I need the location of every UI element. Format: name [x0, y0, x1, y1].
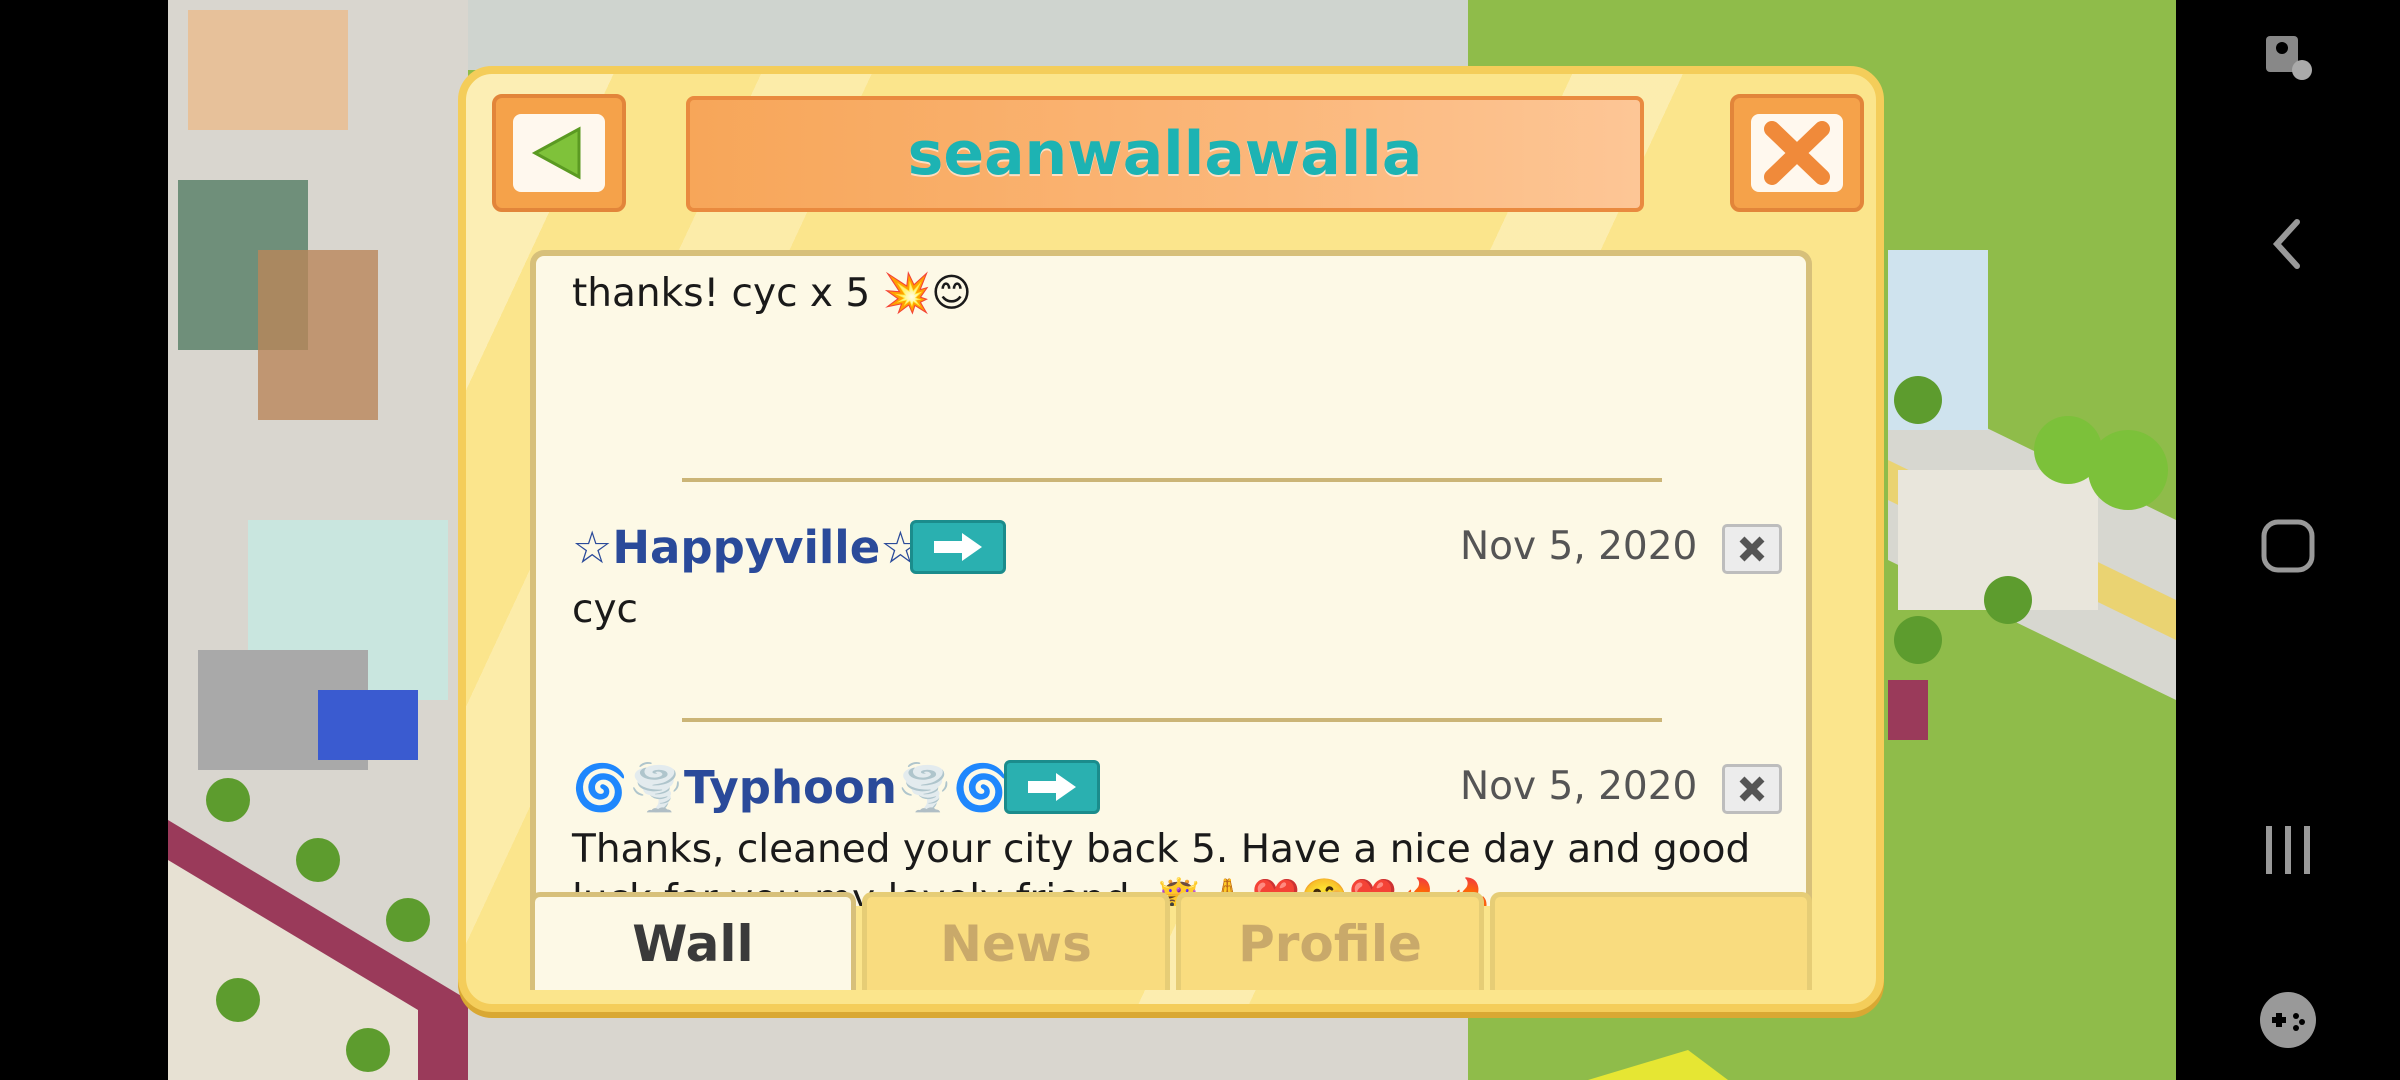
tab-news[interactable]: News [862, 892, 1170, 990]
post-date: Nov 5, 2020 [1460, 524, 1698, 569]
delete-post-button[interactable] [1722, 764, 1782, 814]
post-author[interactable]: ☆Happyville☆ [572, 518, 921, 578]
tab-wall[interactable]: Wall [530, 892, 856, 990]
home-icon[interactable] [2248, 506, 2328, 586]
friend-wall-dialog: seanwallawalla thanks! cyc x 5 💥😊 ☆Happy… [458, 66, 1884, 1012]
android-navigation-bar [2176, 0, 2400, 1080]
post-date: Nov 5, 2020 [1460, 764, 1698, 809]
delete-post-button[interactable] [1722, 524, 1782, 574]
tab-profile[interactable]: Profile [1176, 892, 1484, 990]
back-button[interactable] [492, 94, 626, 212]
back-icon[interactable] [2248, 204, 2328, 284]
back-arrow-icon [513, 114, 605, 192]
post-divider [682, 478, 1662, 482]
arrow-right-icon [934, 533, 982, 561]
visit-city-button[interactable] [910, 520, 1006, 574]
post-message: cyc [572, 587, 638, 632]
close-x-icon [1751, 114, 1843, 192]
wall-post: ☆Happyville☆ Nov 5, 2020 cyc [572, 518, 1782, 718]
wall-post: thanks! cyc x 5 💥😊 [572, 268, 1772, 320]
delete-x-icon [1739, 536, 1765, 562]
player-name-title: seanwallawalla [907, 119, 1423, 189]
wall-post: 🌀🌪️Typhoon🌪️🌀 Nov 5, 2020 Thanks, cleane… [572, 758, 1782, 906]
recents-icon[interactable] [2248, 810, 2328, 890]
dialog-title-bar: seanwallawalla [686, 96, 1644, 212]
tab-empty [1490, 892, 1812, 990]
post-message-line-1: Thanks, cleaned your city back 5. Have a… [572, 827, 1751, 872]
wall-posts-panel[interactable]: thanks! cyc x 5 💥😊 ☆Happyville☆ Nov 5, 2… [530, 250, 1812, 906]
post-author[interactable]: 🌀🌪️Typhoon🌪️🌀 [572, 758, 1009, 818]
post-divider [682, 718, 1662, 722]
delete-x-icon [1739, 776, 1765, 802]
post-message: thanks! cyc x 5 💥😊 [572, 271, 972, 316]
visit-city-button[interactable] [1004, 760, 1100, 814]
arrow-right-icon [1028, 773, 1076, 801]
game-controller-icon[interactable] [2248, 980, 2328, 1060]
accessibility-icon[interactable] [2248, 14, 2328, 94]
close-button[interactable] [1730, 94, 1864, 212]
